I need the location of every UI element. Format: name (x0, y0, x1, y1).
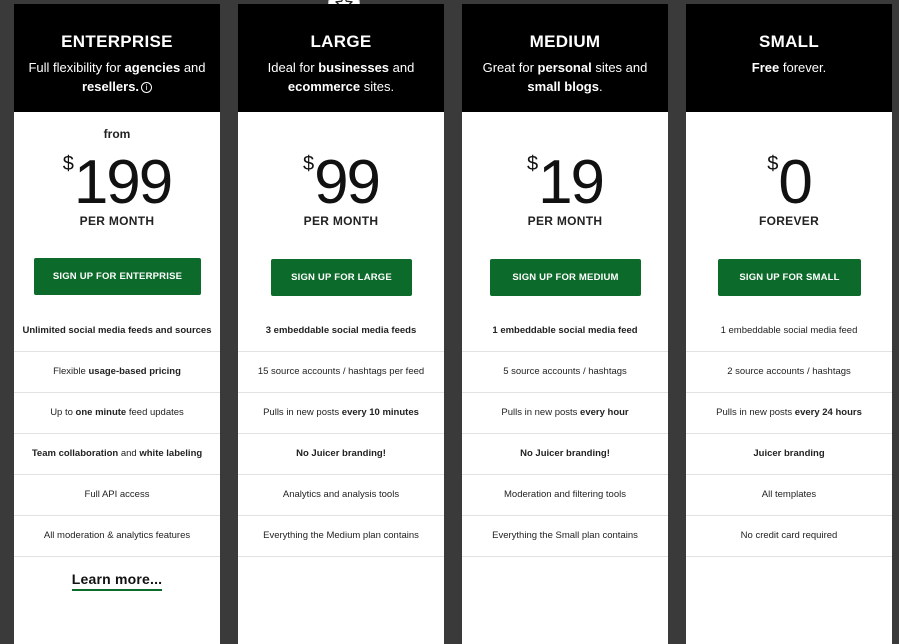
price-amount: 99 (314, 148, 381, 217)
plan-name: ENTERPRISE (61, 32, 173, 51)
price: $0 (686, 152, 892, 214)
price-period: PER MONTH (303, 214, 379, 228)
desc-text: Ideal for (267, 60, 319, 75)
feature-item: 5 source accounts / hashtags (462, 352, 668, 393)
price-prefix: from (103, 127, 131, 141)
signup-medium-button[interactable]: SIGN UP FOR MEDIUM (490, 259, 641, 296)
learn-more-link[interactable]: Learn more... (71, 571, 163, 591)
desc-text: and (389, 60, 415, 75)
plan-description: Full flexibility for agencies and resell… (14, 58, 220, 96)
feature-item: 1 embeddable social media feed (462, 311, 668, 352)
price-amount: 0 (778, 148, 813, 217)
desc-bold: resellers. (81, 79, 140, 94)
desc-text: . (598, 79, 603, 94)
desc-text: sites. (360, 79, 395, 94)
plan-header: SMALL Free forever. (686, 4, 892, 112)
price-period: PER MONTH (527, 214, 603, 228)
feature-item: 1 embeddable social media feed (686, 311, 892, 352)
desc-bold: small blogs (527, 79, 599, 94)
feature-item: Up to one minute feed updates (14, 393, 220, 434)
feature-item: No credit card required (686, 516, 892, 557)
feature-item: Team collaboration and white labeling (14, 434, 220, 475)
feature-item: Pulls in new posts every 24 hours (686, 393, 892, 434)
signup-large-button[interactable]: SIGN UP FOR LARGE (271, 259, 412, 296)
price: $19 (462, 152, 668, 214)
feature-item: Juicer branding (686, 434, 892, 475)
feature-item: 2 source accounts / hashtags (686, 352, 892, 393)
desc-bold: Free (751, 60, 780, 75)
plan-description: Ideal for businesses and ecommerce sites… (238, 58, 444, 96)
feature-list: 1 embeddable social media feed 5 source … (462, 311, 668, 557)
feature-list: Unlimited social media feeds and sources… (14, 311, 220, 557)
currency-symbol: $ (62, 153, 74, 175)
price: $99 (238, 152, 444, 214)
plan-name: MEDIUM (529, 32, 601, 51)
feature-item: Full API access (14, 475, 220, 516)
price: $199 (14, 152, 220, 214)
plan-name: LARGE (310, 32, 372, 51)
feature-item: All templates (686, 475, 892, 516)
info-icon[interactable]: i (141, 82, 153, 93)
feature-item: Everything the Small plan contains (462, 516, 668, 557)
desc-text: and (180, 60, 206, 75)
plan-card-large: LARGE Ideal for businesses and ecommerce… (238, 4, 444, 644)
learn-more: Learn more... (14, 571, 220, 591)
price-amount: 199 (73, 148, 173, 217)
currency-symbol: $ (526, 153, 538, 175)
feature-item: Analytics and analysis tools (238, 475, 444, 516)
feature-item: Flexible usage-based pricing (14, 352, 220, 393)
plan-description: Free forever. (686, 58, 892, 77)
feature-list: 1 embeddable social media feed 2 source … (686, 311, 892, 557)
currency-symbol: $ (302, 153, 314, 175)
price-period: PER MONTH (79, 214, 155, 228)
signup-enterprise-button[interactable]: SIGN UP FOR ENTERPRISE (34, 258, 201, 295)
desc-text: Full flexibility for (28, 60, 125, 75)
feature-item: 3 embeddable social media feeds (238, 311, 444, 352)
feature-item: Everything the Medium plan contains (238, 516, 444, 557)
feature-item: Pulls in new posts every 10 minutes (238, 393, 444, 434)
feature-item: No Juicer branding! (462, 434, 668, 475)
plan-card-medium: MEDIUM Great for personal sites and smal… (462, 4, 668, 644)
plan-card-enterprise: ENTERPRISE Full flexibility for agencies… (14, 4, 220, 644)
desc-text: sites and (591, 60, 648, 75)
price-amount: 19 (538, 148, 605, 217)
feature-item: 15 source accounts / hashtags per feed (238, 352, 444, 393)
plan-header: ENTERPRISE Full flexibility for agencies… (14, 4, 220, 112)
desc-bold: ecommerce (287, 79, 361, 94)
feature-list: 3 embeddable social media feeds 15 sourc… (238, 311, 444, 557)
feature-item: All moderation & analytics features (14, 516, 220, 557)
plan-header: MEDIUM Great for personal sites and smal… (462, 4, 668, 112)
price-period: FOREVER (758, 214, 820, 228)
signup-small-button[interactable]: SIGN UP FOR SMALL (718, 259, 861, 296)
desc-text: Great for (482, 60, 538, 75)
feature-item: Moderation and filtering tools (462, 475, 668, 516)
currency-symbol: $ (767, 153, 778, 175)
desc-bold: personal (537, 60, 592, 75)
plan-card-small: SMALL Free forever. $0 FOREVER SIGN UP F… (686, 4, 892, 644)
desc-text: forever. (779, 60, 827, 75)
feature-item: No Juicer branding! (238, 434, 444, 475)
feature-item: Unlimited social media feeds and sources (14, 311, 220, 352)
plan-name: SMALL (758, 32, 820, 51)
plan-description: Great for personal sites and small blogs… (462, 58, 668, 96)
desc-bold: businesses (318, 60, 390, 75)
plan-header: LARGE Ideal for businesses and ecommerce… (238, 4, 444, 112)
feature-item: Pulls in new posts every hour (462, 393, 668, 434)
desc-bold: agencies (124, 60, 181, 75)
